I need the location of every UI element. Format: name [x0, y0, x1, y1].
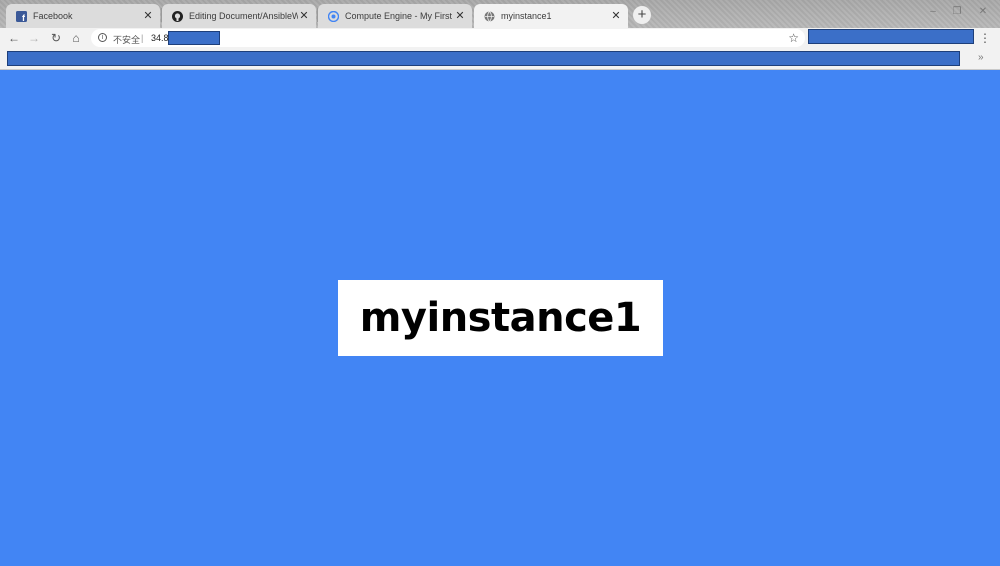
page-heading: myinstance1	[359, 295, 642, 341]
back-icon[interactable]: ←	[6, 30, 22, 46]
close-icon[interactable]: ✕	[610, 10, 622, 22]
tab-myinstance1[interactable]: myinstance1 ✕	[474, 4, 628, 28]
github-icon	[172, 10, 183, 22]
redacted-bookmarks	[7, 51, 960, 66]
close-icon[interactable]: ✕	[454, 10, 466, 22]
bookmarks-overflow-icon[interactable]: »	[978, 52, 984, 63]
redacted-url	[168, 31, 220, 45]
restore-icon[interactable]: ❐	[950, 6, 964, 18]
compute-engine-icon	[328, 10, 339, 22]
tab-title: Editing Document/AnsibleWith	[189, 11, 298, 21]
bookmark-star-icon[interactable]: ☆	[788, 31, 799, 45]
reload-icon[interactable]: ↻	[48, 30, 64, 46]
tab-strip: f Facebook ✕ Editing Document/AnsibleWit…	[0, 0, 1000, 28]
address-bar[interactable]: i 不安全 | 34.8 ☆	[91, 29, 805, 47]
facebook-icon: f	[16, 10, 27, 22]
security-label: 不安全	[113, 35, 141, 45]
info-icon[interactable]: i	[98, 33, 107, 42]
redacted-extensions	[808, 29, 974, 44]
tab-title: Facebook	[33, 11, 73, 21]
tab-compute-engine[interactable]: Compute Engine - My First Pro ✕	[318, 4, 472, 28]
home-icon[interactable]: ⌂	[68, 30, 84, 46]
page-content: myinstance1	[0, 70, 1000, 566]
url-text: 34.8	[151, 33, 169, 43]
tab-facebook[interactable]: f Facebook ✕	[6, 4, 160, 28]
tab-title: myinstance1	[501, 11, 552, 21]
instance-name-box: myinstance1	[338, 280, 663, 356]
more-menu-icon[interactable]: ⋮	[978, 30, 992, 46]
minimize-icon[interactable]: –	[926, 6, 940, 18]
new-tab-button[interactable]: +	[633, 6, 651, 24]
address-divider: |	[141, 33, 144, 43]
bookmarks-bar: »	[0, 48, 1000, 70]
close-icon[interactable]: ✕	[142, 10, 154, 22]
tab-title: Compute Engine - My First Pro	[345, 11, 454, 21]
globe-icon	[484, 10, 495, 22]
tab-github[interactable]: Editing Document/AnsibleWith ✕	[162, 4, 316, 28]
close-icon[interactable]: ✕	[298, 10, 310, 22]
window-close-icon[interactable]: ✕	[976, 6, 990, 18]
forward-icon[interactable]: →	[26, 30, 42, 46]
